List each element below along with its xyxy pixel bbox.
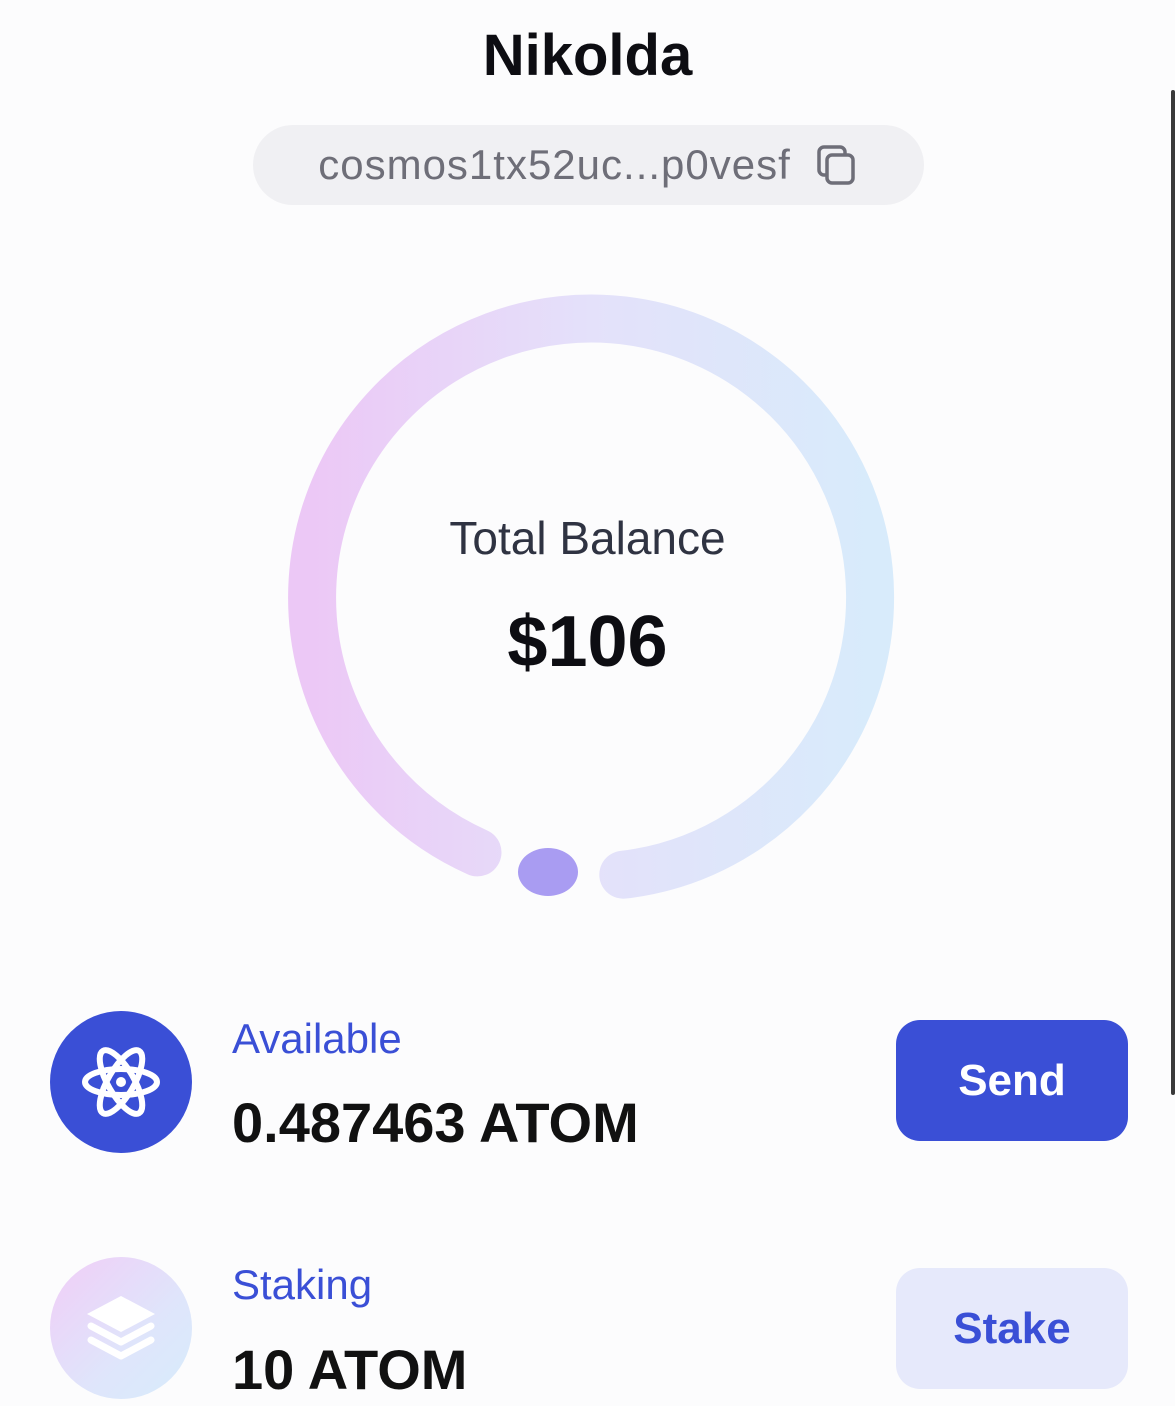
scrollbar[interactable] [1171,90,1175,1095]
balance-ring-arc [288,294,895,899]
total-balance-label: Total Balance [449,512,726,564]
send-button[interactable]: Send [896,1020,1128,1141]
available-label: Available [232,1015,402,1062]
balance-ring-chart [288,294,895,899]
balance-ring-indicator [518,848,578,896]
staking-amount: 10 ATOM [232,1338,468,1401]
asset-row-staking: Staking 10 ATOM Stake [0,1256,1175,1406]
staking-label: Staking [232,1261,373,1308]
layers-icon [50,1257,192,1399]
total-balance-value: $106 [507,602,668,682]
atom-icon [50,1011,192,1153]
available-amount: 0.487463 ATOM [232,1091,639,1154]
stake-button[interactable]: Stake [896,1268,1128,1389]
asset-row-available: Available 0.487463 ATOM Send [0,1008,1175,1158]
